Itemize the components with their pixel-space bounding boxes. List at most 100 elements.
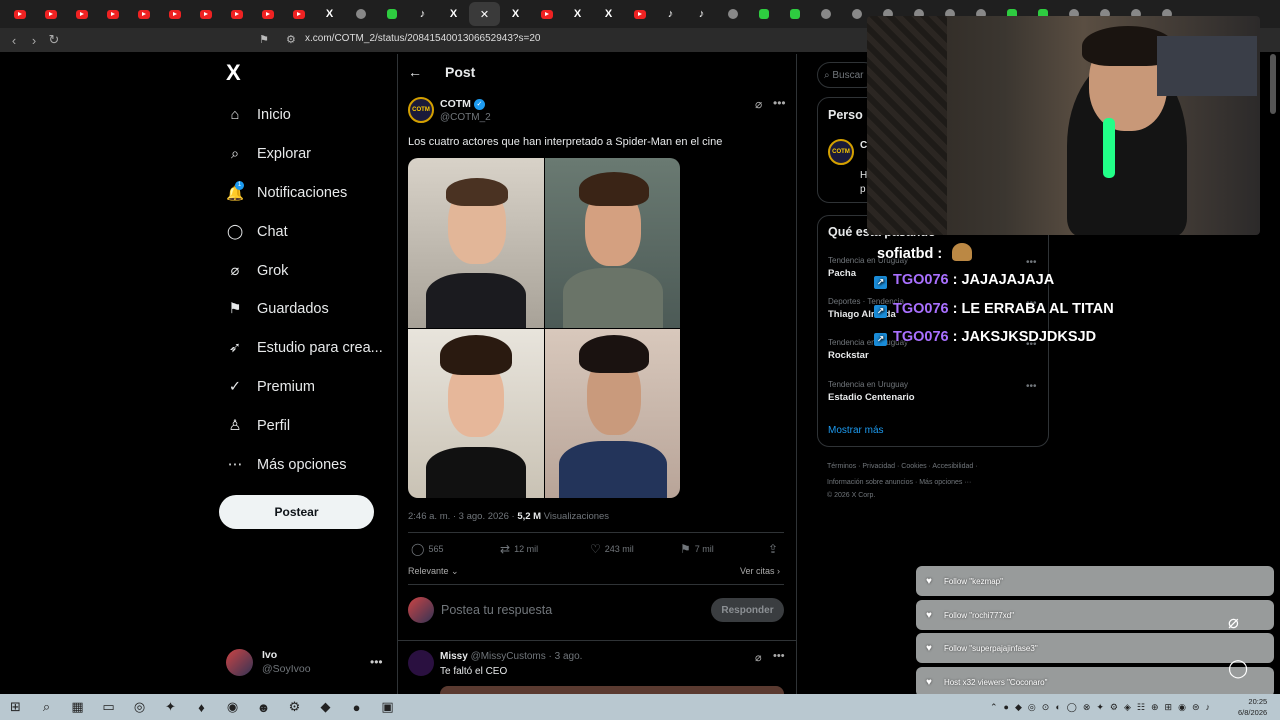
browser-tab[interactable]: X [593, 2, 624, 26]
browser-tab[interactable] [128, 2, 159, 26]
messages-floating-icon[interactable]: ◯ [1228, 658, 1248, 679]
bookmark-page-icon[interactable]: ⚑ [259, 33, 269, 46]
url-field[interactable]: x.com/COTM_2/status/2084154001306652943?… [305, 33, 540, 44]
browser-tab[interactable]: X [500, 2, 531, 26]
task-view-icon[interactable]: ▦ [62, 694, 93, 720]
verified-badge-icon: ✓ [473, 98, 485, 110]
nav-item-chat[interactable]: ◯ Chat [226, 219, 288, 245]
browser-tab[interactable] [779, 2, 810, 26]
reload-icon[interactable]: ↻ [44, 32, 64, 48]
browser-tab[interactable] [159, 2, 190, 26]
browser-tab[interactable] [4, 2, 35, 26]
site-settings-icon[interactable]: ⚙ [286, 33, 296, 46]
comment-avatar[interactable] [408, 650, 434, 676]
nav-item-premium[interactable]: ✓ Premium [226, 374, 315, 400]
trend-more-icon[interactable]: ••• [1026, 257, 1037, 268]
nav-item-notificaciones[interactable]: 🔔 1 Notificaciones [226, 180, 347, 206]
nav-item-más-opciones[interactable]: ⋯ Más opciones [226, 452, 347, 478]
settings-icon[interactable]: ⚙ [279, 694, 310, 720]
browser-tab[interactable]: X [438, 2, 469, 26]
grok-floating-icon[interactable]: ⌀ [1228, 612, 1239, 633]
nav-item-estudio-para-crea[interactable]: ➶ Estudio para crea... [226, 335, 383, 361]
author-name[interactable]: COTM ✓ [440, 98, 485, 110]
chat-username: TGO076 [893, 272, 949, 288]
x-logo[interactable]: X [226, 60, 241, 86]
photo-actor-3[interactable] [408, 329, 544, 498]
browser-tab[interactable] [531, 2, 562, 26]
browser-tab[interactable] [252, 2, 283, 26]
app2-icon[interactable]: ◆ [310, 694, 341, 720]
system-clock[interactable]: 20:25 6/8/2026 [1238, 696, 1267, 718]
browser-tab[interactable] [748, 2, 779, 26]
author-handle[interactable]: @COTM_2 [440, 112, 491, 123]
photo-actor-4[interactable] [545, 329, 680, 498]
post-more-icon[interactable]: ••• [773, 96, 786, 110]
discord-icon[interactable]: ☻ [248, 694, 279, 720]
reply-action[interactable]: ◯ 565 [411, 542, 443, 556]
grok-explain-icon[interactable]: ⌀ [755, 97, 762, 111]
browser-tab[interactable]: ♪ [407, 2, 438, 26]
browser-tab[interactable]: X [314, 2, 345, 26]
account-more-icon[interactable]: ••• [370, 655, 383, 669]
repost-action[interactable]: ⇄ 12 mil [500, 542, 538, 556]
browser-tab[interactable] [624, 2, 655, 26]
comment-grok-icon[interactable]: ⌀ [755, 651, 762, 664]
share-action[interactable]: ⇪ [768, 542, 782, 556]
trend-item[interactable]: Tendencia en Uruguay Estadio Centenario [828, 380, 915, 403]
search-icon: ⌕ [230, 146, 240, 162]
nav-item-perfil[interactable]: ♙ Perfil [226, 413, 291, 439]
photo-actor-1[interactable] [408, 158, 544, 328]
taskbar-search-icon[interactable]: ⌕ [31, 694, 62, 720]
nav-item-explorar[interactable]: ⌕ Explorar [226, 141, 311, 167]
show-more-link[interactable]: Mostrar más [828, 425, 884, 436]
reply-input[interactable]: Postea tu respuesta [441, 603, 552, 617]
browser-tab[interactable]: ♪ [686, 2, 717, 26]
browser-tab[interactable] [376, 2, 407, 26]
steam-icon[interactable]: ◎ [124, 694, 155, 720]
obs-icon[interactable]: ● [341, 694, 372, 720]
see-quotes-link[interactable]: Ver citas › [740, 566, 780, 576]
photo-actor-2[interactable] [545, 158, 680, 328]
reply-button[interactable]: Responder [711, 598, 784, 622]
footer-links-2[interactable]: Información sobre anuncios · Más opcione… [827, 479, 971, 486]
browser-tab[interactable] [97, 2, 128, 26]
app3-icon[interactable]: ▣ [372, 694, 403, 720]
app-icon[interactable]: ✦ [155, 694, 186, 720]
system-tray[interactable]: ⌃ ● ◆ ◎ ⊙ ◐ ◯ ⊗ ✦ ⚙ ◈ ☷ ⊕ ⊞ ◉ ⊜ ♪ [990, 694, 1210, 720]
page-scrollbar[interactable] [1270, 54, 1276, 114]
footer-links-1[interactable]: Términos · Privacidad · Cookies · Accesi… [827, 463, 978, 470]
browser-tab[interactable] [810, 2, 841, 26]
browser-tab[interactable]: X [562, 2, 593, 26]
suggested-user-avatar[interactable]: COTM [828, 139, 854, 165]
like-action[interactable]: ♡ 243 mil [590, 542, 634, 556]
comment-more-icon[interactable]: ••• [773, 650, 785, 662]
sort-replies-dropdown[interactable]: Relevante ⌄ [408, 566, 459, 577]
nav-item-grok[interactable]: ⌀ Grok [226, 258, 289, 284]
browser-tab[interactable] [190, 2, 221, 26]
windows-start-icon[interactable]: ⊞ [0, 694, 31, 720]
stream-alert-text: Follow "superpajajinfase3" [943, 643, 1038, 653]
trend-more-icon[interactable]: ••• [1026, 381, 1037, 392]
browser-tab[interactable] [35, 2, 66, 26]
forward-nav-icon[interactable]: › [24, 33, 44, 48]
browser-tab[interactable] [221, 2, 252, 26]
tweet-photo-grid[interactable] [408, 158, 680, 498]
brave-icon[interactable]: ♦ [186, 694, 217, 720]
back-arrow-icon[interactable]: ← [408, 64, 422, 80]
browser-tab[interactable]: ✕ [469, 2, 500, 26]
author-avatar[interactable]: COTM [408, 97, 434, 123]
nav-item-guardados[interactable]: ⚑ Guardados [226, 296, 329, 322]
back-nav-icon[interactable]: ‹ [4, 33, 24, 48]
browser-tab[interactable] [345, 2, 376, 26]
browser-tab[interactable]: ♪ [655, 2, 686, 26]
nav-item-inicio[interactable]: ⌂ Inicio [226, 102, 291, 128]
bookmark-action[interactable]: ⚑ 7 mil [680, 542, 714, 556]
post-button[interactable]: Postear [219, 495, 374, 529]
account-switcher[interactable]: Ivo @SoyIvoo [226, 648, 311, 676]
browser-tab[interactable] [66, 2, 97, 26]
browser-tab[interactable] [717, 2, 748, 26]
spotify-icon[interactable]: ◉ [217, 694, 248, 720]
tt-favicon-icon: ♪ [698, 8, 705, 20]
file-explorer-icon[interactable]: ▭ [93, 694, 124, 720]
browser-tab[interactable] [283, 2, 314, 26]
